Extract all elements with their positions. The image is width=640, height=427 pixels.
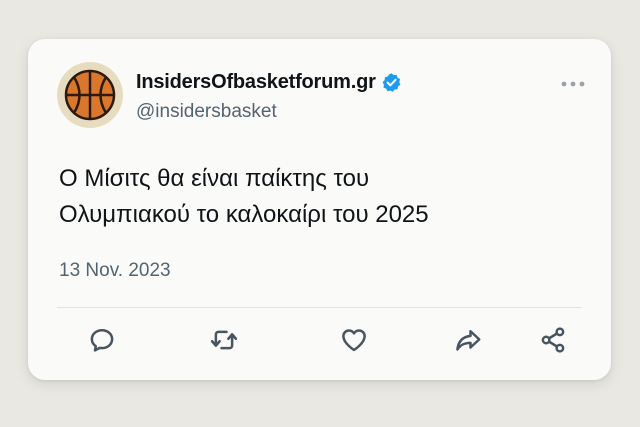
tweet-card: InsidersOfbasketforum.gr @insidersbasket… — [28, 39, 611, 380]
divider — [57, 307, 582, 308]
forward-icon[interactable] — [453, 325, 483, 355]
account-handle[interactable]: @insidersbasket — [136, 101, 277, 123]
reply-icon[interactable] — [87, 325, 117, 355]
account-name-row: InsidersOfbasketforum.gr — [136, 69, 402, 95]
share-icon[interactable] — [538, 325, 568, 355]
tweet-text-line: Ολυμπιακού το καλοκαίρι του 2025 — [59, 201, 429, 228]
like-icon[interactable] — [339, 325, 369, 355]
retweet-icon[interactable] — [209, 325, 239, 355]
tweet-date[interactable]: 13 Nov. 2023 — [59, 260, 171, 282]
more-options-icon[interactable] — [560, 79, 586, 89]
display-name[interactable]: InsidersOfbasketforum.gr — [136, 71, 376, 94]
basketball-icon — [64, 69, 116, 121]
avatar[interactable] — [57, 62, 123, 128]
verified-badge-icon — [382, 72, 401, 92]
tweet-text-line: Ο Μίσιτς θα είναι παίκτης του — [59, 165, 370, 192]
tweet-text: Ο Μίσιτς θα είναι παίκτης του Ολυμπιακού… — [59, 161, 579, 233]
